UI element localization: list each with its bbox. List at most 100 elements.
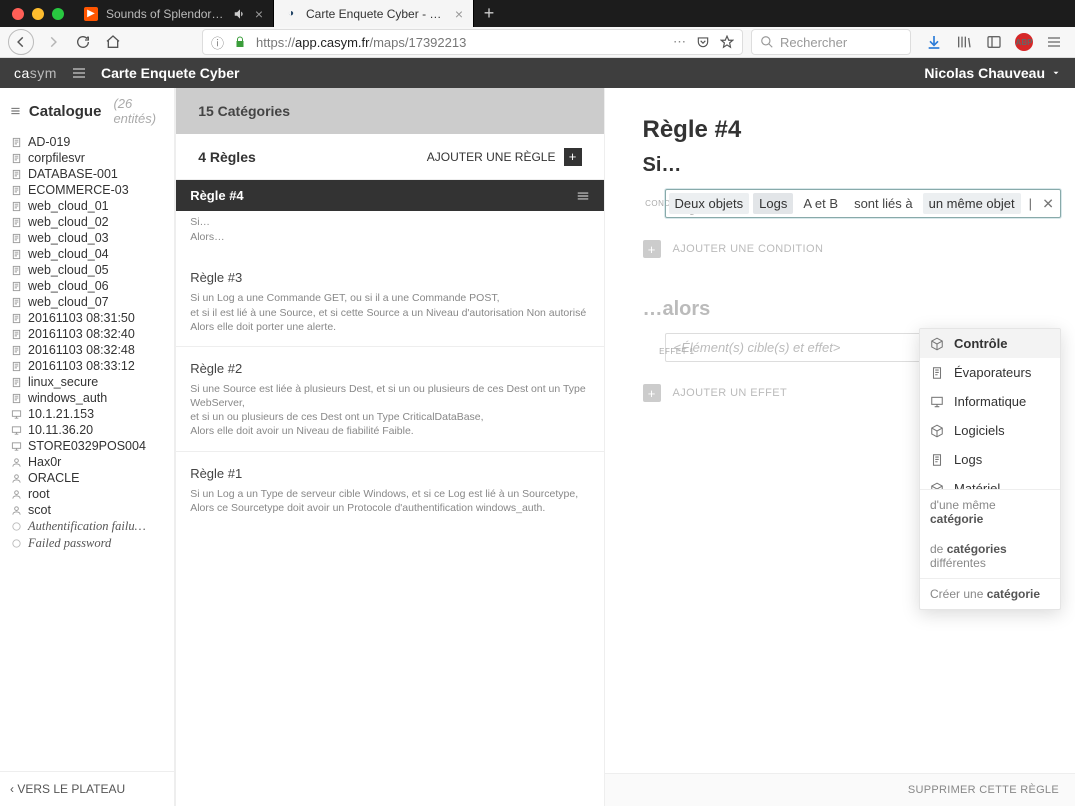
- doc-icon: [10, 312, 22, 324]
- sidebar-item-label: windows_auth: [28, 391, 107, 405]
- tag-icon: [10, 538, 22, 550]
- info-icon[interactable]: ⓘ: [211, 33, 224, 52]
- token-two-objects[interactable]: Deux objets: [669, 193, 750, 214]
- sidebar-item-label: 20161103 08:33:12: [28, 359, 135, 373]
- screen-icon: [10, 424, 22, 436]
- sidebar-item-label: web_cloud_02: [28, 215, 109, 229]
- effect-index: EFFET 1: [643, 347, 695, 356]
- back-button[interactable]: [8, 29, 34, 55]
- library-icon[interactable]: [955, 33, 973, 51]
- page-actions-icon[interactable]: ⋯: [673, 34, 686, 50]
- casym-icon: ◑: [284, 7, 298, 21]
- token-logs[interactable]: Logs: [753, 193, 793, 214]
- sidebar-item[interactable]: 20161103 08:33:12: [0, 358, 174, 374]
- dropdown-item-label: Logiciels: [954, 423, 1005, 438]
- menu-icon[interactable]: [1045, 33, 1063, 51]
- browser-tab[interactable]: ◑ Carte Enquete Cyber - Casym ×: [274, 0, 474, 27]
- doc-icon: [10, 376, 22, 388]
- plus-icon: +: [643, 240, 661, 258]
- sidebar-item[interactable]: 20161103 08:31:50: [0, 310, 174, 326]
- new-tab-button[interactable]: +: [474, 0, 504, 27]
- dropdown-option-diff-categories[interactable]: de catégories différentes: [920, 534, 1060, 578]
- sidebar-item[interactable]: web_cloud_06: [0, 278, 174, 294]
- rule-item[interactable]: Règle #1 Si un Log a un Type de serveur …: [176, 451, 603, 527]
- add-rule[interactable]: AJOUTER UNE RÈGLE +: [427, 148, 582, 166]
- sidebar-item[interactable]: 20161103 08:32:40: [0, 326, 174, 342]
- app-menu-icon[interactable]: [71, 65, 87, 81]
- sidebar-item[interactable]: web_cloud_02: [0, 214, 174, 230]
- downloads-icon[interactable]: [925, 33, 943, 51]
- sidebar-icon[interactable]: [985, 33, 1003, 51]
- sidebar-item[interactable]: root: [0, 486, 174, 502]
- sidebar-item[interactable]: DATABASE-001: [0, 166, 174, 182]
- dropdown-item[interactable]: Évaporateurs: [920, 358, 1060, 387]
- user-menu[interactable]: Nicolas Chauveau: [924, 65, 1061, 81]
- adblock-icon[interactable]: ABP: [1015, 33, 1033, 51]
- browser-tab[interactable]: ▶ Sounds of Splendor #1 - Ju… ×: [74, 0, 274, 27]
- speaker-icon[interactable]: [233, 7, 247, 21]
- screen-icon: [930, 395, 944, 409]
- sidebar-item[interactable]: STORE0329POS004: [0, 438, 174, 454]
- sidebar-item[interactable]: Authentification failu…: [0, 518, 174, 535]
- close-window-icon[interactable]: [12, 8, 24, 20]
- sidebar-item[interactable]: web_cloud_01: [0, 198, 174, 214]
- sidebar-item[interactable]: 20161103 08:32:48: [0, 342, 174, 358]
- sidebar-item[interactable]: web_cloud_04: [0, 246, 174, 262]
- rule-item[interactable]: Règle #3 Si un Log a une Commande GET, o…: [176, 256, 603, 346]
- search-bar[interactable]: Rechercher: [751, 29, 911, 55]
- close-tab-icon[interactable]: ×: [255, 6, 263, 22]
- sidebar-item[interactable]: web_cloud_07: [0, 294, 174, 310]
- sidebar-item[interactable]: 10.1.21.153: [0, 406, 174, 422]
- dropdown-item[interactable]: Logiciels: [920, 416, 1060, 445]
- back-to-board[interactable]: ‹ VERS LE PLATEAU: [0, 771, 174, 806]
- dropdown-item-label: Contrôle: [954, 336, 1007, 351]
- delete-rule[interactable]: SUPPRIMER CETTE RÈGLE: [605, 773, 1075, 806]
- sidebar-item[interactable]: linux_secure: [0, 374, 174, 390]
- sidebar-item[interactable]: web_cloud_03: [0, 230, 174, 246]
- screen-icon: [10, 440, 22, 452]
- sidebar-item[interactable]: 10.11.36.20: [0, 422, 174, 438]
- rule-actions-icon[interactable]: [576, 189, 590, 203]
- dropdown-item[interactable]: Logs: [920, 445, 1060, 474]
- sidebar-item[interactable]: scot: [0, 502, 174, 518]
- home-button[interactable]: [102, 31, 124, 53]
- bookmark-icon[interactable]: [720, 35, 734, 49]
- browser-toolbar: ⓘ https://app.casym.fr/maps/17392213 ⋯ R…: [0, 27, 1075, 58]
- zoom-window-icon[interactable]: [52, 8, 64, 20]
- dropdown-item[interactable]: Informatique: [920, 387, 1060, 416]
- url-text: https://app.casym.fr/maps/17392213: [256, 35, 663, 50]
- dropdown-item-label: Logs: [954, 452, 982, 467]
- forward-button[interactable]: [42, 31, 64, 53]
- pocket-icon[interactable]: [696, 35, 710, 49]
- dropdown-create-category[interactable]: Créer une catégorie: [920, 579, 1060, 609]
- plus-icon: +: [564, 148, 582, 166]
- dropdown-item[interactable]: Matériel: [920, 474, 1060, 489]
- condition-input[interactable]: Deux objets Logs A et B sont liés à un m…: [665, 189, 1062, 218]
- clear-icon[interactable]: ✕: [1042, 195, 1054, 212]
- add-condition[interactable]: + AJOUTER UNE CONDITION: [643, 240, 1062, 258]
- sidebar-item[interactable]: Failed password: [0, 535, 174, 552]
- rule-item-selected[interactable]: Règle #4 Si… Alors…: [176, 180, 603, 256]
- dropdown-option-same-category[interactable]: d'une même catégorie: [920, 490, 1060, 534]
- minimize-window-icon[interactable]: [32, 8, 44, 20]
- sidebar-item[interactable]: Hax0r: [0, 454, 174, 470]
- browser-tab-strip: ▶ Sounds of Splendor #1 - Ju… × ◑ Carte …: [0, 0, 1075, 27]
- cube-icon: [930, 482, 944, 490]
- rule-item[interactable]: Règle #2 Si une Source est liée à plusie…: [176, 346, 603, 451]
- cube-icon: [930, 424, 944, 438]
- sidebar-item[interactable]: ECOMMERCE-03: [0, 182, 174, 198]
- brand-logo[interactable]: casym: [14, 65, 57, 81]
- sidebar-item[interactable]: AD-019: [0, 134, 174, 150]
- reload-button[interactable]: [72, 31, 94, 53]
- dropdown-item[interactable]: Contrôle: [920, 329, 1060, 358]
- sidebar-item[interactable]: ORACLE: [0, 470, 174, 486]
- sidebar-item[interactable]: windows_auth: [0, 390, 174, 406]
- catalogue-header[interactable]: Catalogue (26 entités): [0, 88, 174, 134]
- sidebar-item[interactable]: web_cloud_05: [0, 262, 174, 278]
- sidebar-item[interactable]: corpfilesvr: [0, 150, 174, 166]
- cube-icon: [930, 337, 944, 351]
- token-same-object[interactable]: un même objet: [923, 193, 1021, 214]
- categories-header[interactable]: 15 Catégories: [176, 88, 603, 134]
- close-tab-icon[interactable]: ×: [455, 6, 463, 22]
- address-bar[interactable]: ⓘ https://app.casym.fr/maps/17392213 ⋯: [202, 29, 743, 55]
